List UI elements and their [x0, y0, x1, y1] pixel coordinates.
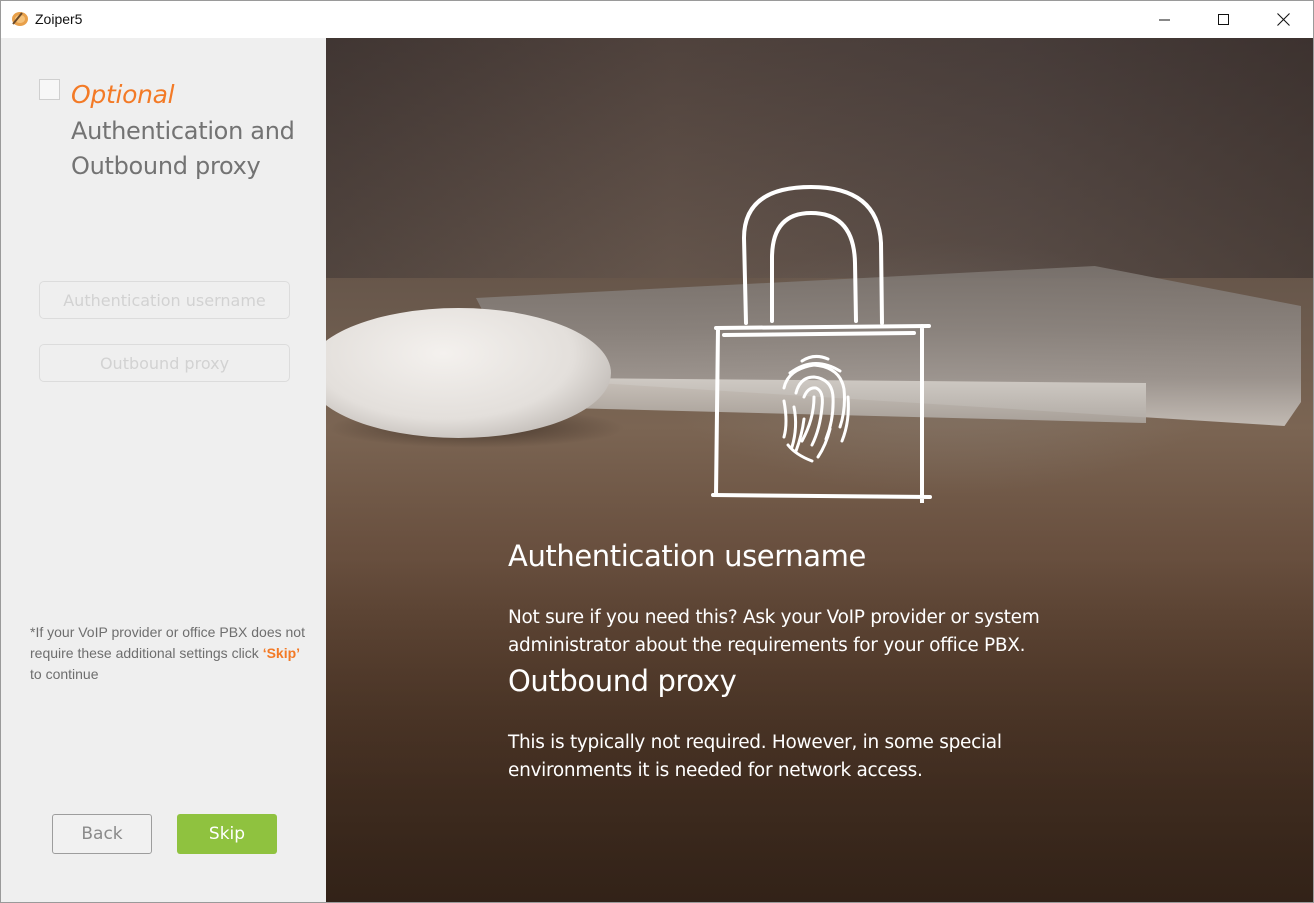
- auth-username-description: Not sure if you need this? Ask your VoIP…: [508, 607, 1040, 656]
- close-button[interactable]: [1254, 1, 1312, 38]
- minimize-button[interactable]: [1136, 1, 1194, 38]
- skip-note: *If your VoIP provider or office PBX doe…: [30, 622, 315, 685]
- auth-username-heading: Authentication username: [508, 539, 866, 573]
- wizard-sidebar: Optional Authentication and Outbound pro…: [1, 38, 326, 902]
- maximize-button[interactable]: [1195, 1, 1253, 38]
- title-bar[interactable]: Zoiper5: [1, 1, 1313, 38]
- auth-username-input[interactable]: [40, 282, 289, 318]
- step-title: Authentication and Outbound proxy: [71, 117, 295, 180]
- zoiper-logo-icon: [10, 10, 30, 28]
- minimize-icon: [1159, 19, 1170, 20]
- outbound-proxy-heading: Outbound proxy: [508, 664, 737, 698]
- optional-label: Optional: [71, 80, 175, 109]
- window-title: Zoiper5: [35, 11, 83, 27]
- optional-step-checkbox[interactable]: [39, 79, 60, 100]
- outbound-proxy-field[interactable]: [39, 344, 290, 382]
- skip-note-suffix: to continue: [30, 666, 99, 682]
- maximize-icon: [1218, 13, 1229, 25]
- outbound-proxy-description: This is typically not required. However,…: [508, 732, 1002, 781]
- outbound-proxy-input[interactable]: [40, 345, 289, 381]
- info-panel: Authentication username Not sure if you …: [326, 38, 1313, 902]
- back-button[interactable]: Back: [52, 814, 152, 854]
- auth-username-field[interactable]: [39, 281, 290, 319]
- skip-note-skip-word: ‘Skip’: [262, 645, 301, 661]
- skip-button[interactable]: Skip: [177, 814, 277, 854]
- fingerprint-lock-icon: [711, 185, 932, 503]
- close-icon: [1276, 13, 1290, 26]
- zoiper-window: Zoiper5 Optional Authentication and Outb…: [0, 0, 1314, 903]
